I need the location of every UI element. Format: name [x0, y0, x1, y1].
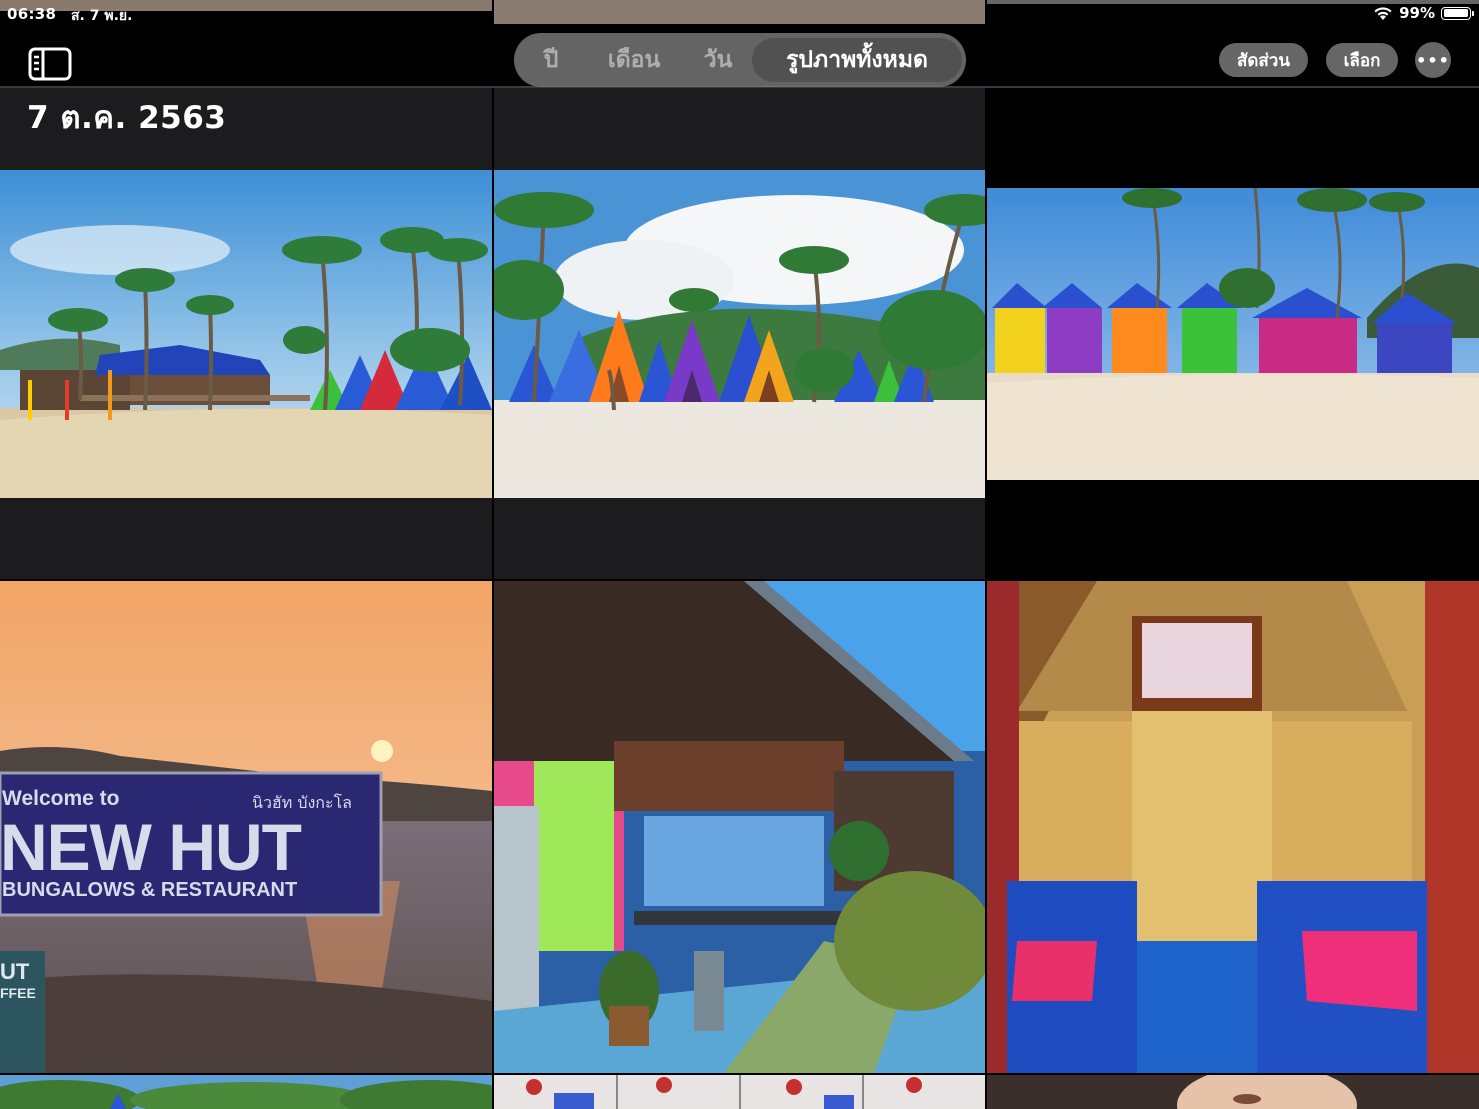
- photo-thumbnail[interactable]: [0, 1075, 492, 1109]
- photo-thumbnail[interactable]: Welcome to นิวฮัท บังกะโล NEW HUT BUNGAL…: [0, 581, 492, 1073]
- status-right: 99%: [1373, 4, 1474, 22]
- select-button[interactable]: เลือก: [1326, 43, 1398, 77]
- status-time: 06:38: [7, 5, 57, 23]
- photo-thumbnail[interactable]: [494, 581, 985, 1073]
- photo-image: [494, 170, 985, 498]
- segment-all-photos[interactable]: รูปภาพทั้งหมด: [752, 38, 962, 82]
- status-bar: 06:38 ส. 7 พ.ย. 99%: [0, 0, 1479, 26]
- sign-welcome: Welcome to: [2, 787, 120, 810]
- photo-thumbnail[interactable]: [494, 1075, 985, 1109]
- photo-grid: Welcome to นิวฮัท บังกะโล NEW HUT BUNGAL…: [0, 0, 1479, 1109]
- segment-months[interactable]: เดือน: [584, 38, 684, 82]
- sidebar-toggle-button[interactable]: [28, 47, 72, 81]
- status-date: ส. 7 พ.ย.: [71, 8, 133, 24]
- battery-icon: [1441, 6, 1474, 20]
- photo-image: [987, 581, 1479, 1073]
- more-button[interactable]: •••: [1415, 42, 1451, 78]
- photo-image: Welcome to นิวฮัท บังกะโล NEW HUT BUNGAL…: [0, 581, 492, 1073]
- photo-image: [987, 1075, 1479, 1109]
- sign-name: NEW HUT: [0, 810, 302, 884]
- segment-years[interactable]: ปี: [518, 38, 584, 82]
- photo-image: [0, 170, 492, 498]
- sidebar-toggle-icon: [28, 47, 72, 81]
- segment-days[interactable]: วัน: [684, 38, 752, 82]
- section-date-header: 7 ต.ค. 2563: [27, 100, 227, 136]
- photo-thumbnail[interactable]: [987, 581, 1479, 1073]
- ellipsis-icon: •••: [1416, 50, 1450, 70]
- battery-percent: 99%: [1399, 4, 1435, 22]
- aspect-ratio-button[interactable]: สัดส่วน: [1219, 43, 1308, 77]
- sign-text: Welcome to นิวฮัท บังกะโล NEW HUT BUNGAL…: [0, 773, 381, 915]
- photo-image: [0, 1075, 492, 1109]
- wifi-icon: [1374, 6, 1392, 20]
- photo-image: [494, 1075, 985, 1109]
- photo-image: [494, 581, 985, 1073]
- photo-thumbnail[interactable]: [987, 1075, 1479, 1109]
- view-segmented-control: ปี เดือน วัน รูปภาพทั้งหมด: [514, 33, 966, 87]
- sign-subtitle: BUNGALOWS & RESTAURANT: [2, 879, 298, 901]
- cafe-sign: UT FFEE: [0, 959, 36, 1001]
- photo-image: [987, 188, 1479, 480]
